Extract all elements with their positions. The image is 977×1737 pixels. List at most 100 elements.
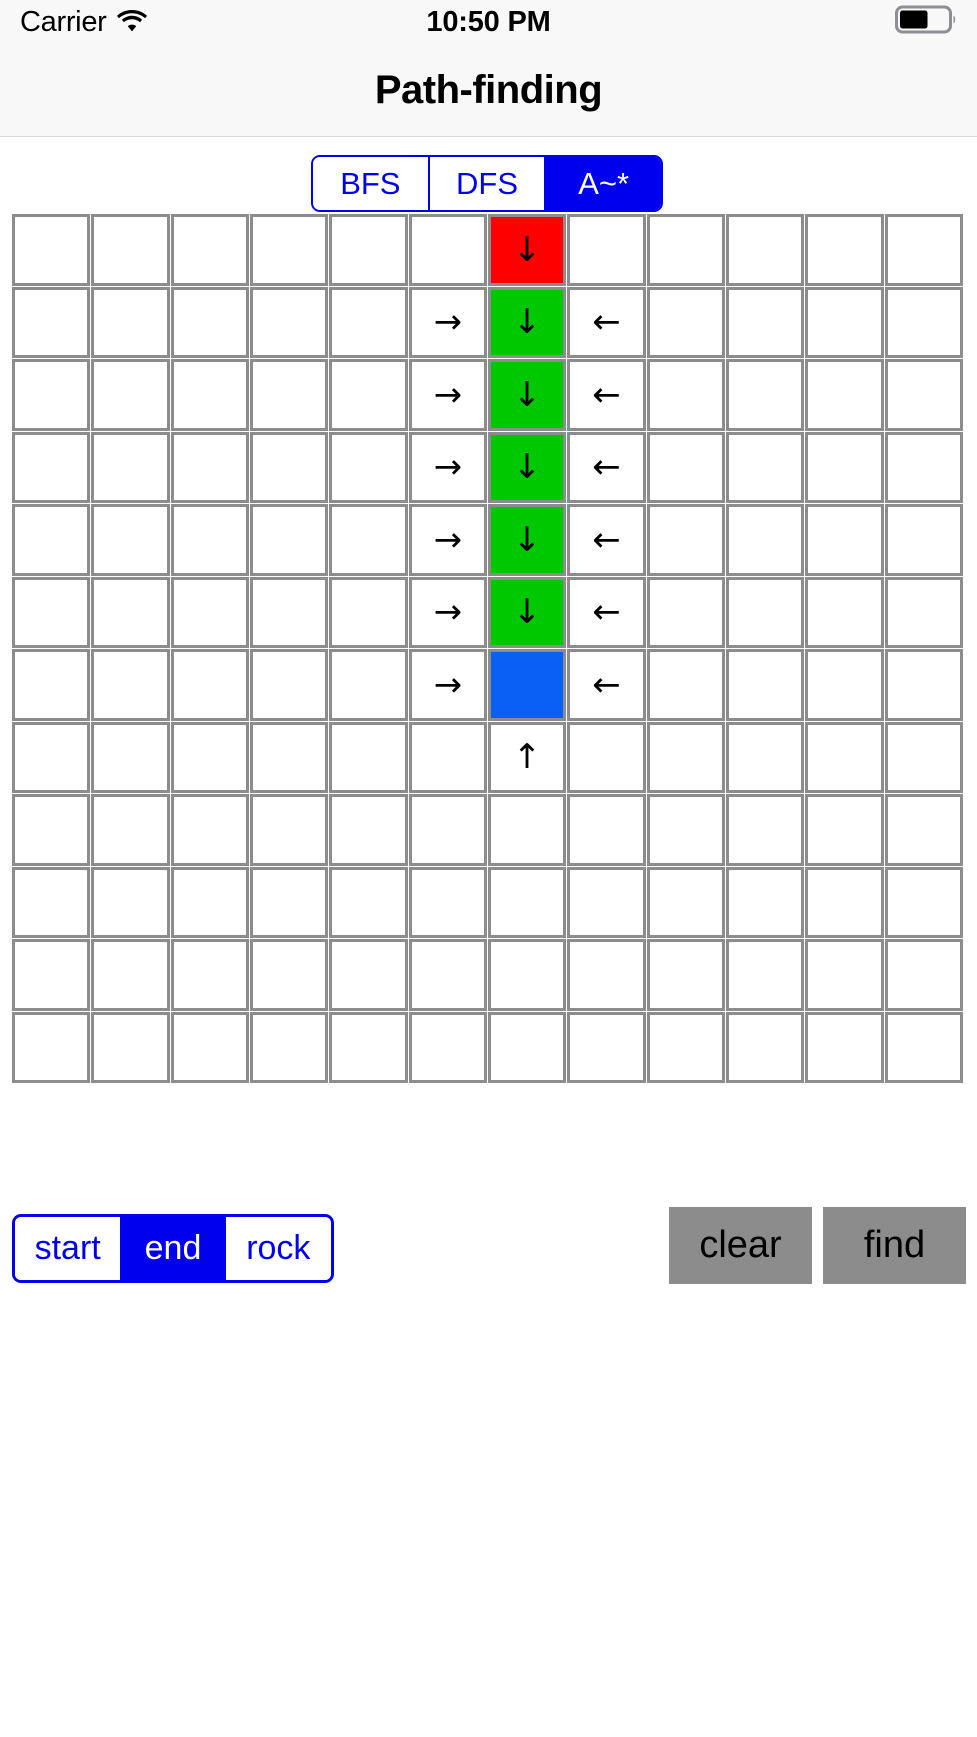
grid-cell-9-2[interactable]: [170, 866, 249, 938]
grid-cell-0-3[interactable]: [250, 214, 329, 286]
grid-cell-1-2[interactable]: [170, 286, 249, 358]
grid-cell-9-7[interactable]: [567, 866, 646, 938]
grid-cell-2-1[interactable]: [91, 359, 170, 431]
grid-cell-4-11[interactable]: [884, 504, 963, 576]
grid-cell-9-0[interactable]: [12, 866, 91, 938]
grid-cell-5-8[interactable]: [646, 576, 725, 648]
grid-cell-9-4[interactable]: [329, 866, 408, 938]
grid-cell-2-7[interactable]: ←: [567, 359, 646, 431]
grid-cell-9-5[interactable]: [408, 866, 487, 938]
grid-cell-3-8[interactable]: [646, 431, 725, 503]
grid-cell-2-3[interactable]: [250, 359, 329, 431]
grid-cell-7-7[interactable]: [567, 721, 646, 793]
grid-cell-0-11[interactable]: [884, 214, 963, 286]
grid-cell-11-0[interactable]: [12, 1011, 91, 1083]
grid-cell-9-1[interactable]: [91, 866, 170, 938]
grid-cell-5-5[interactable]: →: [408, 576, 487, 648]
grid-cell-8-10[interactable]: [805, 794, 884, 866]
grid-cell-3-2[interactable]: [170, 431, 249, 503]
grid-cell-10-3[interactable]: [250, 939, 329, 1011]
grid-cell-1-10[interactable]: [805, 286, 884, 358]
grid-cell-0-9[interactable]: [726, 214, 805, 286]
grid-cell-4-8[interactable]: [646, 504, 725, 576]
grid-cell-8-7[interactable]: [567, 794, 646, 866]
grid-cell-7-11[interactable]: [884, 721, 963, 793]
grid-cell-10-7[interactable]: [567, 939, 646, 1011]
grid-cell-5-9[interactable]: [726, 576, 805, 648]
cell-mode-option-rock[interactable]: rock: [225, 1217, 331, 1280]
grid-cell-4-9[interactable]: [726, 504, 805, 576]
grid-cell-9-9[interactable]: [726, 866, 805, 938]
grid-cell-8-6[interactable]: [488, 794, 567, 866]
grid-cell-8-11[interactable]: [884, 794, 963, 866]
grid-cell-8-4[interactable]: [329, 794, 408, 866]
grid-cell-2-6[interactable]: ↓: [488, 359, 567, 431]
grid-cell-9-8[interactable]: [646, 866, 725, 938]
grid-cell-10-5[interactable]: [408, 939, 487, 1011]
grid-cell-7-0[interactable]: [12, 721, 91, 793]
grid-cell-11-11[interactable]: [884, 1011, 963, 1083]
grid-cell-0-6[interactable]: ↓: [488, 214, 567, 286]
grid-cell-10-9[interactable]: [726, 939, 805, 1011]
grid-cell-11-3[interactable]: [250, 1011, 329, 1083]
grid-cell-8-1[interactable]: [91, 794, 170, 866]
grid-cell-3-11[interactable]: [884, 431, 963, 503]
grid-cell-1-8[interactable]: [646, 286, 725, 358]
grid-cell-0-10[interactable]: [805, 214, 884, 286]
grid-cell-5-2[interactable]: [170, 576, 249, 648]
grid-cell-8-3[interactable]: [250, 794, 329, 866]
grid-cell-11-9[interactable]: [726, 1011, 805, 1083]
grid-cell-8-0[interactable]: [12, 794, 91, 866]
grid-cell-5-1[interactable]: [91, 576, 170, 648]
grid-cell-2-0[interactable]: [12, 359, 91, 431]
grid-cell-6-4[interactable]: [329, 649, 408, 721]
grid-cell-6-0[interactable]: [12, 649, 91, 721]
grid-cell-7-8[interactable]: [646, 721, 725, 793]
grid-cell-3-0[interactable]: [12, 431, 91, 503]
grid-cell-10-4[interactable]: [329, 939, 408, 1011]
algorithm-segmented-control[interactable]: BFS DFS A~*: [311, 155, 663, 212]
cell-mode-option-end[interactable]: end: [120, 1217, 226, 1280]
grid-cell-4-7[interactable]: ←: [567, 504, 646, 576]
algorithm-option-a[interactable]: A~*: [546, 157, 661, 210]
grid-cell-0-5[interactable]: [408, 214, 487, 286]
grid-cell-1-6[interactable]: ↓: [488, 286, 567, 358]
grid-cell-3-10[interactable]: [805, 431, 884, 503]
grid-cell-0-0[interactable]: [12, 214, 91, 286]
grid-cell-6-2[interactable]: [170, 649, 249, 721]
grid-cell-2-8[interactable]: [646, 359, 725, 431]
grid-cell-1-3[interactable]: [250, 286, 329, 358]
grid-cell-9-6[interactable]: [488, 866, 567, 938]
find-button[interactable]: find: [823, 1207, 966, 1284]
grid-cell-10-1[interactable]: [91, 939, 170, 1011]
grid-cell-3-3[interactable]: [250, 431, 329, 503]
grid-cell-9-10[interactable]: [805, 866, 884, 938]
grid-cell-7-2[interactable]: [170, 721, 249, 793]
path-finding-grid[interactable]: ↓ → ↓ ← → ↓ ← → ↓ ← → ↓ ← → ↓ ← → ← ↑: [12, 214, 963, 1083]
algorithm-option-dfs[interactable]: DFS: [429, 157, 547, 210]
grid-cell-4-4[interactable]: [329, 504, 408, 576]
grid-cell-7-6[interactable]: ↑: [488, 721, 567, 793]
grid-cell-10-6[interactable]: [488, 939, 567, 1011]
grid-cell-6-5[interactable]: →: [408, 649, 487, 721]
cell-mode-segmented-control[interactable]: start end rock: [12, 1214, 334, 1283]
grid-cell-7-5[interactable]: [408, 721, 487, 793]
grid-cell-2-11[interactable]: [884, 359, 963, 431]
grid-cell-3-6[interactable]: ↓: [488, 431, 567, 503]
grid-cell-7-9[interactable]: [726, 721, 805, 793]
grid-cell-3-9[interactable]: [726, 431, 805, 503]
grid-cell-2-2[interactable]: [170, 359, 249, 431]
grid-cell-1-1[interactable]: [91, 286, 170, 358]
grid-cell-4-5[interactable]: →: [408, 504, 487, 576]
grid-cell-2-4[interactable]: [329, 359, 408, 431]
grid-cell-5-4[interactable]: [329, 576, 408, 648]
grid-cell-7-10[interactable]: [805, 721, 884, 793]
grid-cell-5-11[interactable]: [884, 576, 963, 648]
grid-cell-11-5[interactable]: [408, 1011, 487, 1083]
algorithm-option-bfs[interactable]: BFS: [313, 157, 430, 210]
grid-cell-7-1[interactable]: [91, 721, 170, 793]
grid-cell-0-2[interactable]: [170, 214, 249, 286]
grid-cell-4-6[interactable]: ↓: [488, 504, 567, 576]
grid-cell-4-3[interactable]: [250, 504, 329, 576]
grid-cell-3-5[interactable]: →: [408, 431, 487, 503]
